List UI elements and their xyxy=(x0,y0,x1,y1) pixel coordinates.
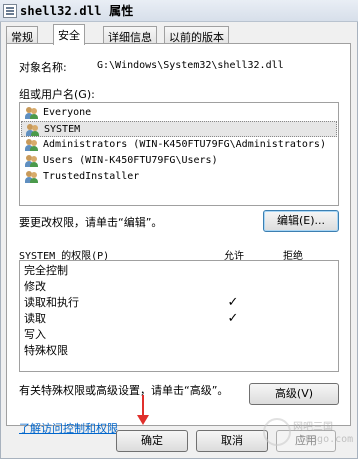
user-name: Everyone xyxy=(43,107,92,118)
advanced-settings-hint: 有关特殊权限或高级设置，请单击“高级”。 xyxy=(19,384,229,397)
change-permissions-hint: 要更改权限，请单击“编辑”。 xyxy=(19,216,163,229)
users-group-icon xyxy=(25,155,39,167)
list-item-trustedinstaller[interactable]: TrustedInstaller xyxy=(21,169,337,185)
tab-previous-versions[interactable]: 以前的版本 xyxy=(164,26,229,44)
red-arrow-annotation xyxy=(137,395,149,425)
user-name: SYSTEM xyxy=(44,124,81,135)
list-item-users[interactable]: Users (WIN-K450FTU79FG\Users) xyxy=(21,153,337,169)
tab-general[interactable]: 常规 xyxy=(6,26,38,44)
permission-row: 完全控制 xyxy=(20,263,338,279)
watermark-text: 网吧三国 xyxy=(293,422,333,433)
allow-check-icon: ✓ xyxy=(227,295,239,310)
permission-row: 特殊权限 xyxy=(20,343,338,359)
list-item-everyone[interactable]: Everyone xyxy=(21,105,337,121)
list-item-system[interactable]: SYSTEM xyxy=(21,121,337,137)
list-item-administrators[interactable]: Administrators (WIN-K450FTU79FG\Administ… xyxy=(21,137,337,153)
allow-check-icon: ✓ xyxy=(227,311,239,326)
permission-name: 写入 xyxy=(24,328,46,341)
permission-name: 读取和执行 xyxy=(24,296,79,309)
permission-row: 修改 xyxy=(20,279,338,295)
title-bar[interactable]: shell32.dll 属性 xyxy=(0,0,358,22)
watermark-url: 583go.com xyxy=(299,434,354,445)
user-name: Users (WIN-K450FTU79FG\Users) xyxy=(43,155,218,166)
permission-row: 读取 ✓ xyxy=(20,311,338,327)
permission-name: 特殊权限 xyxy=(24,344,68,357)
permission-name: 读取 xyxy=(24,312,46,325)
user-name: Administrators (WIN-K450FTU79FG\Administ… xyxy=(43,139,326,150)
properties-dialog: 常规 安全 详细信息 以前的版本 对象名称: G:\Windows\System… xyxy=(0,22,358,459)
advanced-button[interactable]: 高级(V) xyxy=(249,383,339,405)
tab-security[interactable]: 安全 xyxy=(53,24,85,45)
site-watermark: 网吧三国 583go.com xyxy=(263,412,353,456)
watermark-logo-icon xyxy=(263,418,291,446)
users-group-icon xyxy=(26,124,40,136)
permissions-list: 完全控制 修改 读取和执行 ✓ 读取 ✓ 写入 特殊权限 xyxy=(19,260,339,372)
arrow-shaft xyxy=(142,395,144,417)
permission-row: 读取和执行 ✓ xyxy=(20,295,338,311)
users-list[interactable]: Everyone SYSTEM Administrators (WIN-K450… xyxy=(19,102,339,206)
user-name: TrustedInstaller xyxy=(43,171,140,182)
tab-details[interactable]: 详细信息 xyxy=(103,26,157,44)
edit-button[interactable]: 编辑(E)... xyxy=(263,210,339,232)
permission-row: 写入 xyxy=(20,327,338,343)
arrow-head-icon xyxy=(137,415,149,425)
window-title: shell32.dll 属性 xyxy=(20,4,134,18)
ok-button[interactable]: 确定 xyxy=(116,430,188,452)
file-properties-icon xyxy=(3,4,17,18)
permission-name: 完全控制 xyxy=(24,264,68,277)
users-group-icon xyxy=(25,107,39,119)
security-panel: 对象名称: G:\Windows\System32\shell32.dll 组或… xyxy=(6,43,351,435)
cancel-button[interactable]: 取消 xyxy=(196,430,268,452)
permission-name: 修改 xyxy=(24,280,46,293)
users-group-icon xyxy=(25,139,39,151)
group-users-label: 组或用户名(G): xyxy=(19,88,95,101)
object-name-value: G:\Windows\System32\shell32.dll xyxy=(97,60,284,71)
users-group-icon xyxy=(25,171,39,183)
object-name-label: 对象名称: xyxy=(19,61,67,74)
learn-access-control-link[interactable]: 了解访问控制和权限 xyxy=(19,420,118,436)
